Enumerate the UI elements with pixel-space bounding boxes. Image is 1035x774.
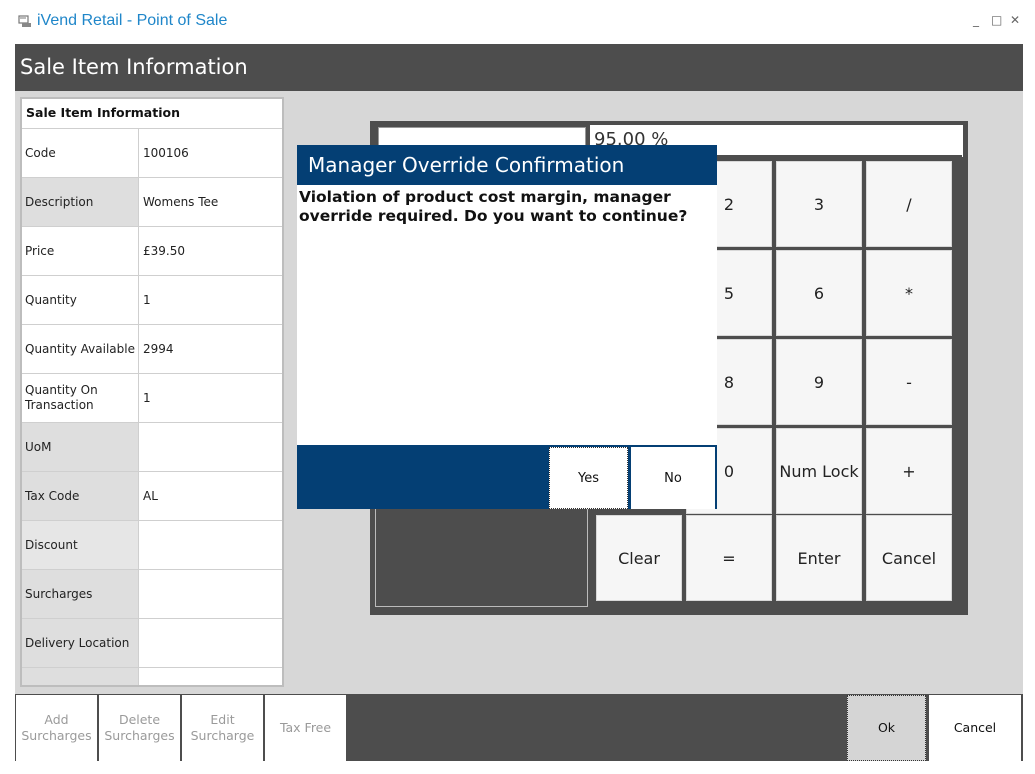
row-value [139, 570, 282, 618]
key-6[interactable]: 6 [776, 250, 862, 336]
row-label: Delivery Location [22, 619, 139, 667]
row-value: 1 [143, 391, 151, 405]
blank-panel [375, 505, 588, 607]
page-header: Sale Item Information [15, 44, 1023, 91]
row-label: Quantity [22, 276, 139, 324]
table-row-partial [22, 668, 282, 685]
window-title: iVend Retail - Point of Sale [37, 12, 228, 29]
row-value: 2994 [143, 342, 174, 356]
pos-window: iVend Retail - Point of Sale _ □ ✕ Sale … [0, 0, 1035, 774]
cancel-button[interactable]: Cancel [929, 695, 1021, 761]
close-icon[interactable]: ✕ [1010, 13, 1020, 27]
dialog-title: Manager Override Confirmation [297, 145, 717, 185]
row-value [139, 423, 282, 471]
delete-surcharges-button[interactable]: Delete Surcharges [99, 695, 180, 761]
yes-button[interactable]: Yes [549, 447, 628, 509]
row-label: Quantity On Transaction [22, 374, 139, 422]
key-9[interactable]: 9 [776, 339, 862, 425]
key-divide[interactable]: / [866, 161, 952, 247]
title-bar: iVend Retail - Point of Sale _ □ ✕ [0, 0, 1035, 44]
row-label: Tax Code [22, 472, 139, 520]
row-label: Surcharges [22, 570, 139, 618]
row-value: Womens Tee [143, 195, 219, 209]
minimize-icon[interactable]: _ [973, 13, 979, 27]
row-label: Discount [22, 521, 139, 569]
row-value: 100106 [143, 146, 189, 160]
key-multiply[interactable]: * [866, 250, 952, 336]
app-icon [18, 15, 31, 27]
key-minus[interactable]: - [866, 339, 952, 425]
row-label: Quantity Available [22, 325, 139, 373]
table-row: Delivery Location [22, 619, 282, 668]
row-label: Price [22, 227, 139, 275]
table-row: Quantity On Transaction 1 [22, 374, 282, 423]
row-label: Description [22, 178, 139, 226]
table-row: Quantity Available 2994 [22, 325, 282, 374]
key-equals[interactable]: = [686, 515, 772, 601]
no-button[interactable]: No [631, 447, 715, 509]
table-row: Discount [22, 521, 282, 570]
table-row: Quantity 1 [22, 276, 282, 325]
sale-item-info-table: Sale Item Information Code 100106 Descript… [20, 97, 284, 687]
key-enter[interactable]: Enter [776, 515, 862, 601]
row-value [139, 521, 282, 569]
key-cancel[interactable]: Cancel [866, 515, 952, 601]
key-3[interactable]: 3 [776, 161, 862, 247]
row-label: Code [22, 129, 139, 177]
row-value: 1 [143, 293, 151, 307]
tax-free-button[interactable]: Tax Free [265, 695, 346, 761]
add-surcharges-button[interactable]: Add Surcharges [16, 695, 97, 761]
row-label: UoM [22, 423, 139, 471]
manager-override-dialog: Manager Override Confirmation Violation … [297, 145, 717, 509]
row-value [139, 619, 282, 667]
ok-button[interactable]: Ok [847, 695, 926, 761]
row-value: AL [143, 489, 158, 503]
row-value: £39.50 [143, 244, 185, 258]
table-row: Tax Code AL [22, 472, 282, 521]
table-row: Description Womens Tee [22, 178, 282, 227]
dialog-message: Violation of product cost margin, manage… [299, 188, 688, 225]
edit-surcharge-button[interactable]: Edit Surcharge [182, 695, 263, 761]
page-title: Sale Item Information [20, 55, 248, 79]
table-row: Surcharges [22, 570, 282, 619]
table-row: Price £39.50 [22, 227, 282, 276]
table-row: Code 100106 [22, 129, 282, 178]
key-num-lock[interactable]: Num Lock [776, 428, 862, 514]
maximize-icon[interactable]: □ [991, 13, 1002, 27]
info-table-heading: Sale Item Information [22, 99, 282, 129]
key-plus[interactable]: + [866, 428, 952, 514]
table-row: UoM [22, 423, 282, 472]
key-clear[interactable]: Clear [596, 515, 682, 601]
